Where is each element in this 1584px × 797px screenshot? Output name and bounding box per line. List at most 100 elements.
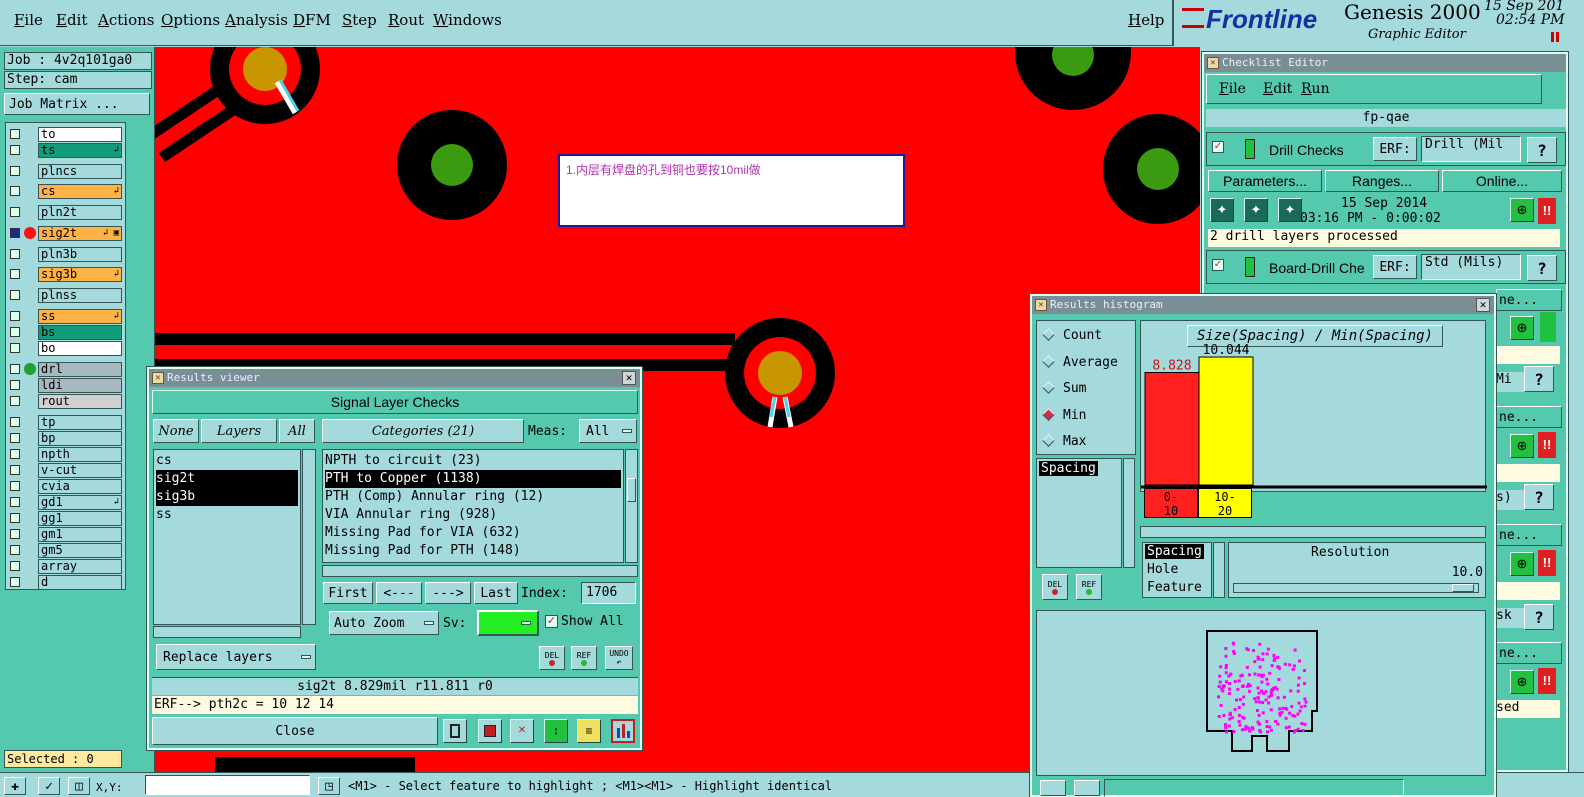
categories-button[interactable]: Categories (21) — [322, 419, 524, 443]
layer-checkbox[interactable] — [10, 417, 20, 427]
category-item[interactable]: PTH (Comp) Annular ring (12) — [325, 488, 621, 506]
zoom-results-icon[interactable]: ⊕ — [1510, 434, 1534, 458]
del-button[interactable]: DEL — [539, 646, 565, 670]
status-tool-icon[interactable]: ◳ — [318, 777, 340, 795]
xy-field[interactable] — [145, 775, 310, 795]
help-button[interactable]: ? — [1524, 366, 1554, 392]
none-button[interactable]: None — [153, 419, 199, 443]
online-button[interactable]: ne... — [1496, 524, 1562, 546]
layer-row-sig3b[interactable]: sig3b ↲ — [7, 267, 124, 282]
show-all-checkbox[interactable]: ✓ — [545, 615, 558, 628]
select-tool-icon[interactable]: ✚ — [4, 777, 26, 795]
board-drill-label[interactable]: Board-Drill Che — [1269, 260, 1373, 276]
layer-row-ss[interactable]: ss ↲ — [7, 309, 124, 324]
layer-row-bp[interactable]: bp — [7, 431, 124, 446]
layer-row-pln3b[interactable]: pln3b — [7, 247, 124, 262]
histogram-hscroll[interactable] — [1140, 526, 1486, 538]
layer-name[interactable]: pln3b — [38, 247, 122, 262]
histogram-titlebar[interactable]: ✕ Results histogram ✕ — [1032, 296, 1494, 314]
layer-name[interactable]: tp — [38, 415, 122, 430]
auto-zoom-dropdown[interactable]: Auto Zoom — [329, 611, 439, 635]
layer-row-cvia[interactable]: cvia — [7, 479, 124, 494]
layer-checkbox[interactable] — [10, 145, 20, 155]
ranges-button[interactable]: Ranges... — [1325, 170, 1439, 192]
window-menu-icon[interactable]: ✕ — [152, 372, 164, 384]
note-box[interactable]: 1.内层有焊盘的孔到铜也要按10mil做 — [558, 154, 905, 227]
online-button[interactable]: ne... — [1496, 406, 1562, 428]
layer-name[interactable]: ldi — [38, 378, 122, 393]
meas-dropdown[interactable]: All — [579, 419, 637, 443]
layer-name[interactable]: plncs — [38, 164, 122, 179]
category-item[interactable]: PTH to Copper (1138) — [325, 470, 621, 488]
layer-checkbox[interactable] — [10, 186, 20, 196]
layer-checkbox[interactable] — [10, 364, 20, 374]
close-icon[interactable]: ✕ — [622, 371, 636, 385]
layer-checkbox[interactable] — [10, 433, 20, 443]
mode-radio-count[interactable]: Count — [1042, 328, 1102, 343]
layer-name[interactable]: cs ↲ — [38, 184, 122, 199]
layer-row-plncs[interactable]: plncs — [7, 164, 124, 179]
layer-row-to[interactable]: to — [7, 127, 124, 142]
undo-button[interactable]: UNDO ↶ — [605, 646, 633, 670]
layer-list-hscroll[interactable] — [153, 626, 301, 638]
layer-row-npth[interactable]: npth — [7, 447, 124, 462]
help-button[interactable]: ? — [1524, 484, 1554, 510]
layer-row-gg1[interactable]: gg1 — [7, 511, 124, 526]
menu-file[interactable]: File — [14, 11, 43, 29]
layer-list-scrollbar[interactable] — [302, 449, 316, 625]
layer-name[interactable]: sig2t ↲ ▣ — [38, 226, 122, 241]
layer-name[interactable]: array — [38, 559, 122, 574]
run-stop-icon[interactable]: ✦ — [1278, 198, 1302, 222]
erf-label-button[interactable]: ERF: — [1373, 255, 1417, 279]
zoom-results-icon[interactable]: ⊕ — [1510, 670, 1534, 694]
layer-name[interactable]: ts ↲ — [38, 143, 122, 158]
close-button[interactable]: Close — [152, 717, 438, 745]
sort-icon[interactable]: ↕ — [544, 719, 568, 743]
layer-checkbox[interactable] — [10, 249, 20, 259]
checklist-titlebar[interactable]: ✕ Checklist Editor — [1204, 54, 1566, 72]
layer-checkbox[interactable] — [10, 529, 20, 539]
layer-result-item[interactable]: sig3b — [156, 488, 298, 506]
layer-checkbox[interactable] — [10, 327, 20, 337]
results-viewer-titlebar[interactable]: ✕ Results viewer ✕ — [149, 369, 640, 387]
layer-name[interactable]: bp — [38, 431, 122, 446]
bottom-icon[interactable] — [1040, 780, 1066, 796]
checklist-menu-run[interactable]: Run — [1301, 81, 1330, 97]
menu-rout[interactable]: Rout — [388, 11, 424, 29]
check-tool-icon[interactable]: ✓ — [38, 777, 60, 795]
layer-result-item[interactable]: ss — [156, 506, 298, 524]
layer-row-gd1[interactable]: gd1 ↲ — [7, 495, 124, 510]
layer-name[interactable]: bs — [38, 325, 122, 340]
prev-button[interactable]: <--- — [376, 582, 422, 604]
board-drill-checkbox[interactable]: ✓ — [1212, 259, 1224, 271]
layer-checkbox[interactable] — [10, 577, 20, 587]
menu-analysis[interactable]: Analysis — [225, 11, 288, 29]
index-field[interactable]: 1706 — [581, 582, 636, 604]
layer-row-plnss[interactable]: plnss — [7, 288, 124, 303]
layer-row-gm1[interactable]: gm1 — [7, 527, 124, 542]
close-icon[interactable]: ✕ — [1476, 298, 1490, 312]
layer-name[interactable]: ss ↲ — [38, 309, 122, 324]
layer-checkbox[interactable] — [10, 561, 20, 571]
layer-name[interactable]: v-cut — [38, 463, 122, 478]
mode-radio-max[interactable]: Max — [1042, 434, 1086, 449]
layer-name[interactable]: gd1 ↲ — [38, 495, 122, 510]
job-matrix-button[interactable]: Job Matrix ... — [4, 93, 150, 115]
drill-checks-label[interactable]: Drill Checks — [1269, 142, 1344, 158]
mode-radio-average[interactable]: Average — [1042, 355, 1118, 370]
layer-checkbox[interactable] — [10, 207, 20, 217]
menu-help[interactable]: Help — [1128, 11, 1164, 29]
layer-result-item[interactable]: sig2t — [156, 470, 298, 488]
bottom-field[interactable] — [1104, 779, 1404, 797]
menu-step[interactable]: Step — [342, 11, 377, 29]
layer-checkbox[interactable] — [10, 228, 20, 238]
histogram-icon[interactable] — [611, 719, 635, 743]
layer-row-ts[interactable]: ts ↲ — [7, 143, 124, 158]
first-button[interactable]: First — [323, 582, 373, 604]
layer-name[interactable]: plnss — [38, 288, 122, 303]
attribute-item[interactable]: Spacing — [1145, 544, 1204, 559]
layer-name[interactable]: rout — [38, 394, 122, 409]
menu-edit[interactable]: Edit — [56, 11, 87, 29]
layer-checkbox[interactable] — [10, 311, 20, 321]
layer-name[interactable]: to — [38, 127, 122, 142]
